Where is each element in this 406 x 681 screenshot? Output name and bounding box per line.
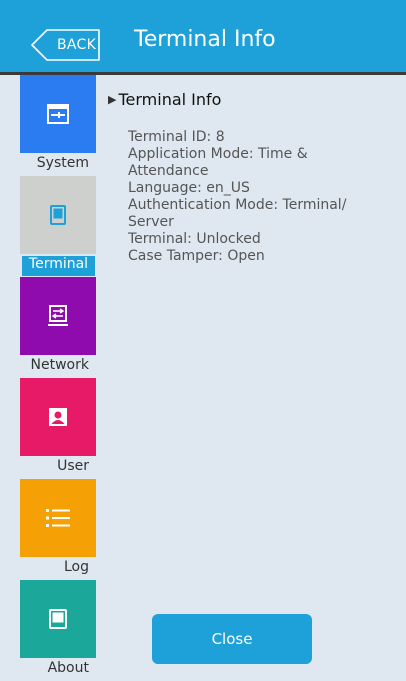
sidebar-item-label: About xyxy=(47,660,89,676)
sidebar-item-label: Terminal xyxy=(22,256,95,276)
info-list: Terminal ID: 8 Application Mode: Time & … xyxy=(128,129,390,265)
info-authentication-mode-cont: Server xyxy=(128,214,174,230)
network-icon xyxy=(48,305,68,326)
sidebar-item-about[interactable]: About xyxy=(0,580,97,681)
system-settings-icon xyxy=(47,104,69,124)
sidebar-item-system[interactable]: System xyxy=(0,75,97,176)
info-language: Language: en_US xyxy=(128,180,250,196)
info-case-tamper: Case Tamper: Open xyxy=(128,248,265,264)
section-header[interactable]: ▶ Terminal Info xyxy=(108,90,398,109)
sidebar-item-terminal[interactable]: Terminal xyxy=(0,176,97,277)
info-authentication-mode: Authentication Mode: Terminal/ xyxy=(128,197,347,213)
terminal-info-panel: ▶ Terminal Info Terminal ID: 8 Applicati… xyxy=(108,90,398,265)
user-tile xyxy=(20,378,96,456)
sidebar-item-label: Network xyxy=(30,357,89,373)
log-list-icon xyxy=(46,509,70,527)
info-application-mode-cont: Attendance xyxy=(128,163,209,179)
about-device-icon xyxy=(49,609,67,629)
info-terminal-id: Terminal ID: 8 xyxy=(128,129,225,145)
user-icon xyxy=(49,408,67,426)
back-button-label: BACK xyxy=(57,37,97,53)
sidebar-item-label: Log xyxy=(63,559,89,575)
about-tile xyxy=(20,580,96,658)
system-tile xyxy=(20,75,96,153)
section-title: Terminal Info xyxy=(118,90,222,109)
sidebar-item-user[interactable]: User xyxy=(0,378,97,479)
log-tile xyxy=(20,479,96,557)
sidebar-item-network[interactable]: Network xyxy=(0,277,97,378)
sidebar-item-label: User xyxy=(57,458,89,474)
close-button[interactable]: Close xyxy=(152,614,312,664)
terminal-tile xyxy=(20,176,96,254)
page-title: Terminal Info xyxy=(134,27,276,52)
info-terminal-lock: Terminal: Unlocked xyxy=(128,231,261,247)
info-application-mode: Application Mode: Time & xyxy=(128,146,308,162)
back-button[interactable]: BACK xyxy=(31,29,100,61)
expand-caret-icon: ▶ xyxy=(108,93,117,106)
sidebar: System Terminal Network User Log About xyxy=(0,75,97,681)
sidebar-item-label: System xyxy=(36,155,89,171)
header-bar: BACK Terminal Info xyxy=(0,0,406,72)
sidebar-item-log[interactable]: Log xyxy=(0,479,97,580)
network-tile xyxy=(20,277,96,355)
terminal-device-icon xyxy=(50,205,66,225)
